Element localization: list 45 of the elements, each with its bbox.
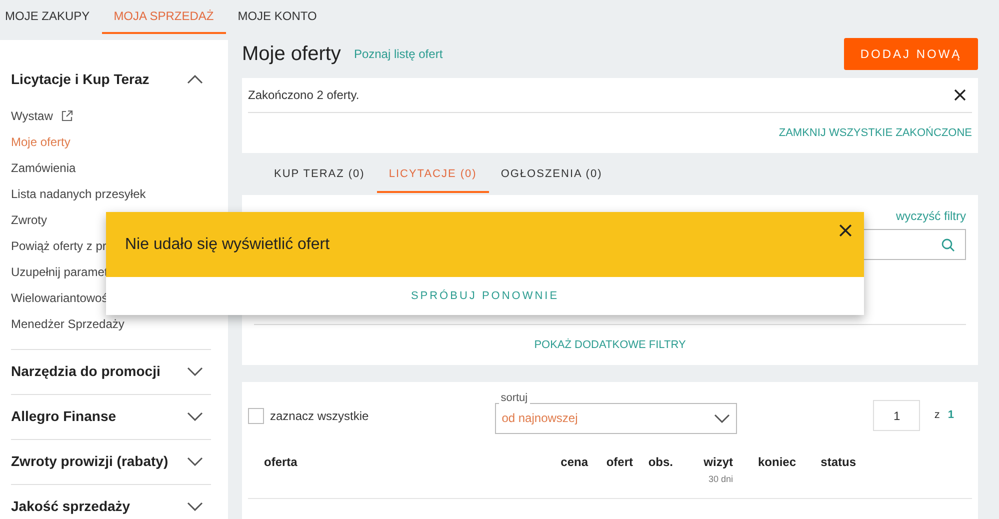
close-icon[interactable] bbox=[839, 224, 852, 237]
column-header: obs. bbox=[648, 454, 673, 471]
dialog-title: Nie udało się wyświetlić ofert bbox=[125, 234, 330, 254]
sidebar-link[interactable]: Wystaw bbox=[11, 103, 73, 129]
select-all-label: zaznacz wszystkie bbox=[270, 408, 369, 424]
select-all-checkbox[interactable] bbox=[248, 408, 264, 424]
section-header[interactable]: Licytacje i Kup Teraz bbox=[11, 70, 211, 89]
column-header: wizyt bbox=[704, 454, 733, 471]
column-subheader: 30 dni bbox=[708, 473, 733, 486]
column-header: status bbox=[820, 454, 856, 471]
chevron-down-icon bbox=[187, 457, 203, 466]
close-icon[interactable] bbox=[954, 89, 966, 101]
sidebar-link[interactable]: Wielowariantowoś bbox=[11, 285, 108, 311]
chevron-down-icon bbox=[187, 502, 203, 511]
nav-tab[interactable]: MOJE ZAKUPY bbox=[0, 0, 102, 34]
sidebar-link[interactable]: Lista nadanych przesyłek bbox=[11, 181, 146, 207]
page-title: Moje oferty bbox=[242, 42, 341, 67]
chevron-down-icon bbox=[714, 414, 730, 422]
chevron-up-icon bbox=[187, 75, 203, 84]
section-header[interactable]: Narzędzia do promocji bbox=[11, 362, 211, 381]
external-link-icon bbox=[60, 110, 73, 122]
section-header[interactable]: Allegro Finanse bbox=[11, 407, 211, 426]
sidebar-link[interactable]: Uzupełnij paramet bbox=[11, 259, 108, 285]
column-header: ofert bbox=[606, 454, 633, 471]
column-header: oferta bbox=[264, 454, 298, 471]
section-header[interactable]: Jakość sprzedaży bbox=[11, 497, 211, 516]
offer-tab[interactable]: KUP TERAZ (0) bbox=[262, 158, 377, 193]
offer-tab[interactable]: OGŁOSZENIA (0) bbox=[488, 158, 614, 193]
sidebar-link[interactable]: Powiąż oferty z pr bbox=[11, 233, 106, 259]
chevron-down-icon bbox=[187, 412, 203, 421]
page-total: 1 bbox=[948, 408, 954, 424]
search-icon bbox=[941, 238, 955, 252]
column-header: cena bbox=[560, 454, 588, 471]
sidebar-link[interactable]: Zwroty bbox=[11, 207, 47, 233]
sort-value: od najnowszej bbox=[502, 410, 578, 427]
chevron-down-icon bbox=[187, 367, 203, 376]
sidebar-link[interactable]: Zamówienia bbox=[11, 155, 76, 181]
sidebar-link[interactable]: Menedżer Sprzedaży bbox=[11, 311, 124, 337]
page-input[interactable]: 1 bbox=[873, 400, 920, 431]
page-separator: z bbox=[934, 408, 940, 424]
nav-tab[interactable]: MOJE KONTO bbox=[226, 0, 329, 34]
sort-label: sortuj bbox=[498, 392, 530, 404]
section-header[interactable]: Zwroty prowizji (rabaty) bbox=[11, 452, 211, 471]
notice-message: Zakończono 2 oferty. bbox=[248, 87, 360, 104]
column-header: koniec bbox=[758, 454, 796, 471]
